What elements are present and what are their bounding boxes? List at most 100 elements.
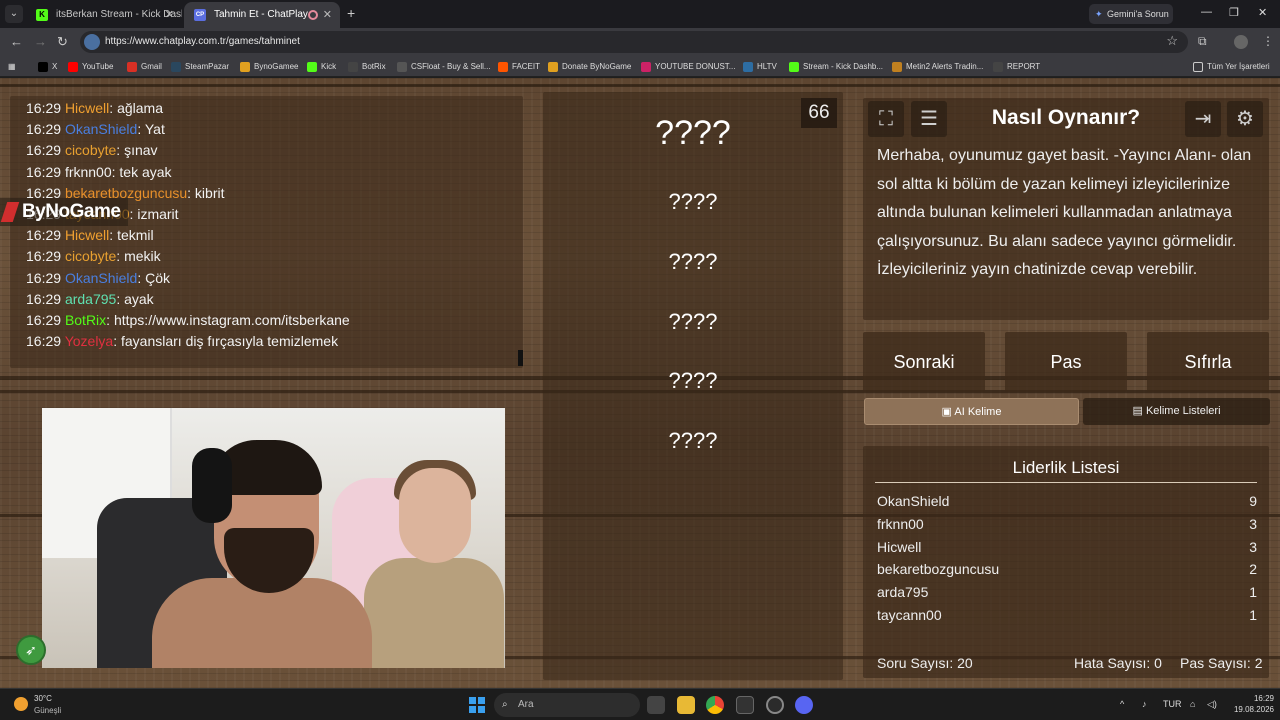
forward-arrow-icon[interactable]: → (34, 34, 47, 49)
bookmark-item[interactable]: CSFloat - Buy & Sell... (397, 56, 491, 77)
chat-username[interactable]: Hicwell (65, 227, 109, 243)
chat-username[interactable]: arda795 (65, 291, 116, 307)
tab-chatplay[interactable]: CP Tahmin Et - ChatPlay ✕ (184, 2, 340, 28)
chat-text: şınav (124, 142, 158, 159)
bookmark-item[interactable]: Stream - Kick Dashb... (789, 56, 883, 77)
obs-icon[interactable] (766, 696, 784, 714)
minimize-icon[interactable]: — (1201, 6, 1212, 18)
leaderboard-row: taycann00 1 (877, 604, 1257, 627)
bookmark-favicon-icon (127, 62, 137, 72)
extensions-icon[interactable]: ⧉ (1198, 34, 1207, 49)
bookmark-favicon-icon (993, 62, 1003, 72)
sun-weather-icon[interactable] (14, 697, 28, 711)
pass-button[interactable]: Pas (1005, 332, 1127, 392)
divider (875, 482, 1257, 483)
tab-kick-dashboard[interactable]: K itsBerkan Stream - Kick Dashbo ✕ (26, 2, 182, 28)
reload-icon[interactable]: ↻ (57, 34, 68, 50)
settings-gear-icon[interactable]: ⚙ (1227, 101, 1263, 137)
chatplay-favicon-icon: CP (194, 9, 206, 21)
bookmark-item[interactable]: SteamPazar (171, 56, 229, 77)
tab-title: Tahmin Et - ChatPlay (214, 9, 308, 20)
bookmark-label: HLTV (757, 62, 777, 71)
player-name: frknn00 (877, 515, 924, 532)
tab-close-icon[interactable]: ✕ (323, 2, 332, 28)
system-clock[interactable]: 16:29 19.08.2026 (1228, 693, 1274, 715)
chat-username[interactable]: OkanShield (65, 270, 137, 286)
bookmark-item[interactable]: YOUTUBE DONUST... (641, 56, 735, 77)
player-name: taycann00 (877, 607, 942, 623)
tab-close-icon[interactable]: ✕ (165, 2, 174, 28)
discord-icon[interactable] (795, 696, 813, 714)
file-explorer-icon[interactable] (677, 696, 695, 714)
gemini-button[interactable]: ✦ Gemini'a Sorun (1089, 4, 1173, 24)
task-view-icon[interactable] (647, 696, 665, 714)
url-bar[interactable]: https://www.chatplay.com.tr/games/tahmin… (80, 31, 1188, 53)
bookmark-item[interactable]: X (38, 56, 57, 77)
bookmark-item[interactable]: Kick (307, 56, 336, 77)
chat-username[interactable]: OkanShield (65, 121, 137, 137)
tab-list-chevron-icon[interactable]: ⌄ (5, 5, 23, 23)
chat-username[interactable]: frknn00 (65, 164, 112, 180)
chat-username[interactable]: cicobyte (65, 248, 116, 264)
forbidden-word: ???? (668, 428, 718, 453)
chat-text: ayak (124, 290, 154, 307)
chatplay-game-page: 16:29 Hicwell: ağlama 16:29 OkanShield: Y… (0, 78, 1280, 688)
restore-icon[interactable]: ❐ (1229, 6, 1239, 19)
url-text[interactable]: https://www.chatplay.com.tr/games/tahmin… (105, 31, 300, 53)
chat-username[interactable]: Yozelya (65, 333, 114, 349)
tray-chevron-icon[interactable]: ^ (1120, 699, 1124, 709)
capcut-icon[interactable] (736, 696, 754, 714)
browser-menu-icon[interactable]: ⋮ (1262, 34, 1274, 48)
window-close-icon[interactable]: ✕ (1258, 6, 1267, 19)
bookmark-favicon-icon (397, 62, 407, 72)
weather-temp[interactable]: 30°C (34, 694, 52, 703)
microphone-icon[interactable]: ♪ (1142, 699, 1147, 709)
chat-username[interactable]: cicobyte (65, 142, 116, 158)
chat-text: https://www.instagram.com/itsberkane (113, 312, 350, 328)
chat-username[interactable]: Hicwell (65, 100, 109, 116)
bookmark-favicon-icon (743, 62, 753, 72)
chat-text: kibrit (194, 184, 225, 201)
next-button[interactable]: Sonraki (863, 332, 985, 392)
bookmark-item[interactable]: BynoGamee (240, 56, 298, 77)
taskbar-search[interactable]: ⌕ Ara (494, 693, 640, 717)
site-info-icon[interactable] (84, 34, 100, 50)
new-tab-icon[interactable]: + (347, 5, 355, 21)
bookmark-item[interactable]: Metin2 Alerts Tradin... (892, 56, 983, 77)
chat-message: 16:29 cicobyte: mekik (26, 248, 161, 265)
chat-timestamp: 16:29 (26, 227, 62, 244)
bookmark-item[interactable]: YouTube (68, 56, 113, 77)
chat-timestamp: 16:29 (26, 100, 62, 116)
weather-condition[interactable]: Güneşli (34, 706, 61, 715)
bookmark-label: Kick (321, 62, 337, 71)
profile-avatar[interactable] (1234, 35, 1248, 49)
reset-button[interactable]: Sıfırla (1147, 332, 1269, 392)
apps-grid-icon[interactable]: ▦ (8, 56, 16, 77)
bookmark-item[interactable]: HLTV (743, 56, 777, 77)
logout-icon[interactable]: ⇥ (1185, 101, 1221, 137)
gemini-sparkle-icon: ✦ (1095, 9, 1103, 19)
chat-scrollbar[interactable] (518, 350, 523, 366)
word-lists-tab[interactable]: ▤ Kelime Listeleri (1083, 398, 1270, 425)
bookmark-item[interactable]: BotRix (348, 56, 386, 77)
bookmark-item[interactable]: FACEIT (498, 56, 540, 77)
bookmark-item[interactable]: Donate ByNoGame (548, 56, 631, 77)
chrome-icon[interactable] (706, 696, 724, 714)
network-icon[interactable]: ⌂ (1190, 699, 1195, 709)
bookmark-favicon-icon (307, 62, 317, 72)
ai-words-tab[interactable]: ▣ AI Kelime (864, 398, 1079, 425)
volume-icon[interactable]: ◁) (1207, 699, 1217, 710)
back-arrow-icon[interactable]: ← (10, 34, 23, 49)
windows-start-icon[interactable] (469, 697, 485, 713)
word-lists-label: Kelime Listeleri (1145, 405, 1221, 417)
chat-username[interactable]: BotRix (65, 312, 106, 328)
chat-timestamp: 16:29 (26, 333, 62, 350)
bookmark-item[interactable]: REPORT (993, 56, 1040, 77)
audio-playing-icon[interactable] (308, 10, 318, 20)
all-bookmarks-folder[interactable]: Tüm Yer İşaretleri (1193, 56, 1270, 77)
language-indicator[interactable]: TUR (1163, 699, 1182, 709)
chat-text: mekik (124, 248, 161, 265)
bookmark-star-icon[interactable]: ☆ (1166, 33, 1178, 49)
bookmark-item[interactable]: Gmail (127, 56, 162, 77)
bookmark-favicon-icon (641, 62, 651, 72)
